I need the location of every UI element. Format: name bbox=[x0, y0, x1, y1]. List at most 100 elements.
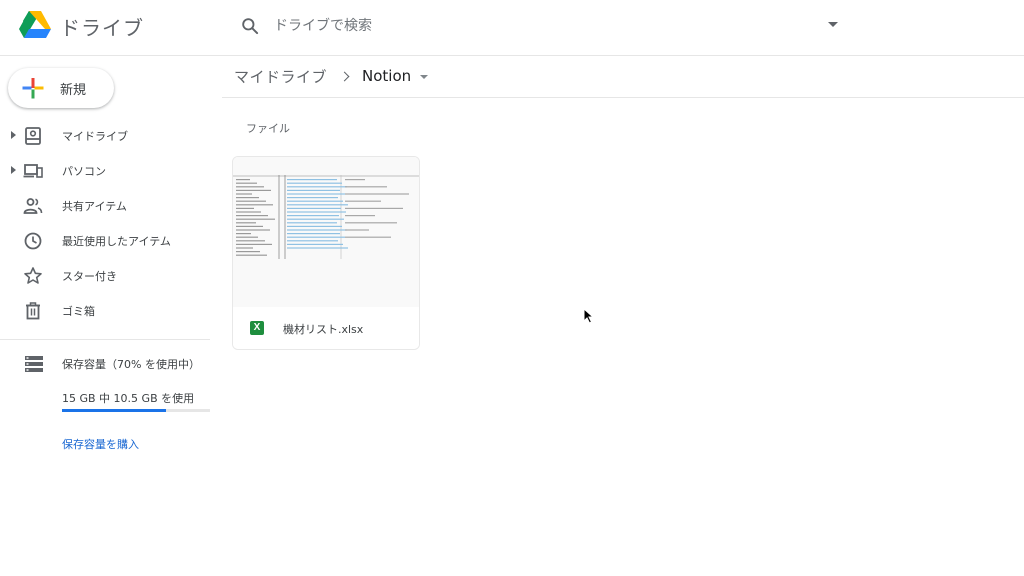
thumbnail-line bbox=[236, 243, 272, 245]
file-name: 機材リスト.xlsx bbox=[283, 323, 364, 336]
drive-logo-icon[interactable] bbox=[18, 10, 52, 40]
mouse-cursor-icon bbox=[583, 308, 595, 324]
thumbnail-line bbox=[287, 229, 347, 231]
storage-usage-text: 15 GB 中 10.5 GB を使用 bbox=[62, 392, 195, 405]
thumbnail-line bbox=[287, 197, 338, 199]
sidebar-item-recent[interactable]: 最近使用したアイテム bbox=[0, 223, 212, 258]
search-input[interactable] bbox=[274, 14, 814, 38]
sidebar-item-label: スター付き bbox=[62, 270, 117, 283]
thumbnail-line bbox=[287, 243, 343, 245]
sidebar-item-shared[interactable]: 共有アイテム bbox=[0, 188, 212, 223]
thumbnail-line bbox=[236, 197, 259, 199]
thumbnail-line bbox=[287, 189, 340, 191]
thumbnail-line bbox=[236, 225, 263, 227]
shared-icon bbox=[23, 198, 43, 214]
thumbnail-line bbox=[236, 193, 252, 195]
thumbnail-line bbox=[236, 229, 270, 231]
sidebar-nav: マイドライブ パソコン 共有アイテム 最近使用したアイテム スター付き ゴミ箱 bbox=[0, 118, 212, 328]
top-bar: ドライブ bbox=[0, 0, 1024, 56]
thumbnail-line bbox=[236, 240, 265, 242]
thumbnail-line bbox=[287, 211, 346, 213]
thumbnail-line bbox=[236, 211, 261, 213]
sidebar-divider bbox=[0, 339, 210, 340]
new-button[interactable]: 新規 bbox=[8, 68, 114, 108]
sidebar-item-label: パソコン bbox=[62, 165, 106, 178]
app-title: ドライブ bbox=[60, 16, 144, 40]
files-section-label: ファイル bbox=[246, 122, 290, 135]
expand-arrow-icon[interactable] bbox=[11, 166, 16, 174]
thumbnail-line bbox=[287, 204, 348, 206]
search-bar[interactable] bbox=[226, 6, 856, 46]
thumbnail-line bbox=[287, 207, 341, 209]
thumbnail-line bbox=[287, 240, 338, 242]
new-button-label: 新規 bbox=[60, 83, 87, 98]
main-divider bbox=[222, 97, 1024, 98]
thumbnail-line bbox=[345, 215, 375, 217]
buy-storage-link[interactable]: 保存容量を購入 bbox=[62, 436, 139, 452]
breadcrumb: マイドライブ Notion bbox=[234, 64, 429, 88]
thumbnail-line bbox=[236, 218, 275, 220]
thumbnail-line bbox=[236, 207, 254, 209]
breadcrumb-current-folder[interactable]: Notion bbox=[362, 67, 411, 85]
star-icon bbox=[24, 267, 42, 284]
storage-icon bbox=[25, 356, 43, 372]
sidebar-item-label: マイドライブ bbox=[62, 130, 128, 143]
thumbnail-line bbox=[287, 236, 345, 238]
storage-progress-fill bbox=[62, 409, 166, 412]
thumbnail-line bbox=[236, 222, 256, 224]
thumbnail-line bbox=[287, 179, 337, 181]
sidebar-item-trash[interactable]: ゴミ箱 bbox=[0, 293, 212, 328]
search-options-dropdown-icon[interactable] bbox=[828, 22, 838, 27]
thumbnail-line bbox=[345, 229, 369, 231]
search-icon[interactable] bbox=[240, 16, 260, 36]
thumbnail-line bbox=[345, 179, 365, 181]
thumbnail-line bbox=[236, 236, 258, 238]
sidebar-item-computers[interactable]: パソコン bbox=[0, 153, 212, 188]
thumbnail-line bbox=[236, 233, 251, 235]
thumbnail-line bbox=[287, 215, 339, 217]
thumbnail-line bbox=[236, 215, 268, 217]
breadcrumb-my-drive[interactable]: マイドライブ bbox=[234, 66, 327, 87]
thumbnail-line bbox=[236, 254, 267, 256]
spreadsheet-thumbnail bbox=[233, 157, 419, 307]
clock-icon bbox=[24, 232, 42, 250]
thumbnail-line bbox=[236, 182, 257, 184]
thumbnail-line bbox=[345, 193, 409, 195]
thumbnail-line bbox=[236, 251, 260, 253]
sidebar-item-label: ゴミ箱 bbox=[62, 305, 95, 318]
file-footer: X 機材リスト.xlsx bbox=[233, 307, 419, 349]
my-drive-icon bbox=[25, 127, 41, 145]
thumbnail-line bbox=[287, 225, 342, 227]
thumbnail-line bbox=[287, 193, 345, 195]
thumbnail-line bbox=[287, 218, 344, 220]
computers-icon bbox=[23, 164, 43, 178]
sidebar-item-my-drive[interactable]: マイドライブ bbox=[0, 118, 212, 153]
excel-icon: X bbox=[250, 321, 264, 335]
thumbnail-line bbox=[287, 222, 337, 224]
thumbnail-line bbox=[287, 233, 340, 235]
thumbnail-line bbox=[236, 200, 266, 202]
thumbnail-line bbox=[345, 200, 381, 202]
thumbnail-line bbox=[236, 247, 253, 249]
thumbnail-line bbox=[287, 182, 342, 184]
thumbnail-line bbox=[345, 207, 403, 209]
storage-progress-bar bbox=[62, 409, 210, 412]
storage-title: 保存容量（70% を使用中） bbox=[62, 358, 200, 371]
folder-menu-dropdown-icon[interactable] bbox=[420, 75, 429, 79]
trash-icon bbox=[26, 302, 40, 320]
thumbnail-line bbox=[236, 186, 264, 188]
thumbnail-line bbox=[287, 200, 343, 202]
sidebar-item-label: 最近使用したアイテム bbox=[62, 235, 171, 248]
sidebar-item-label: 共有アイテム bbox=[62, 200, 127, 213]
thumbnail-line bbox=[236, 179, 250, 181]
file-card[interactable]: X 機材リスト.xlsx bbox=[232, 156, 420, 350]
sidebar-item-starred[interactable]: スター付き bbox=[0, 258, 212, 293]
plus-icon bbox=[22, 78, 44, 99]
thumbnail-line bbox=[287, 186, 347, 188]
thumbnail-line bbox=[345, 236, 391, 238]
thumbnail-line bbox=[287, 247, 348, 249]
thumbnail-line bbox=[236, 204, 273, 206]
thumbnail-line bbox=[345, 222, 397, 224]
thumbnail-line bbox=[236, 189, 271, 191]
expand-arrow-icon[interactable] bbox=[11, 131, 16, 139]
